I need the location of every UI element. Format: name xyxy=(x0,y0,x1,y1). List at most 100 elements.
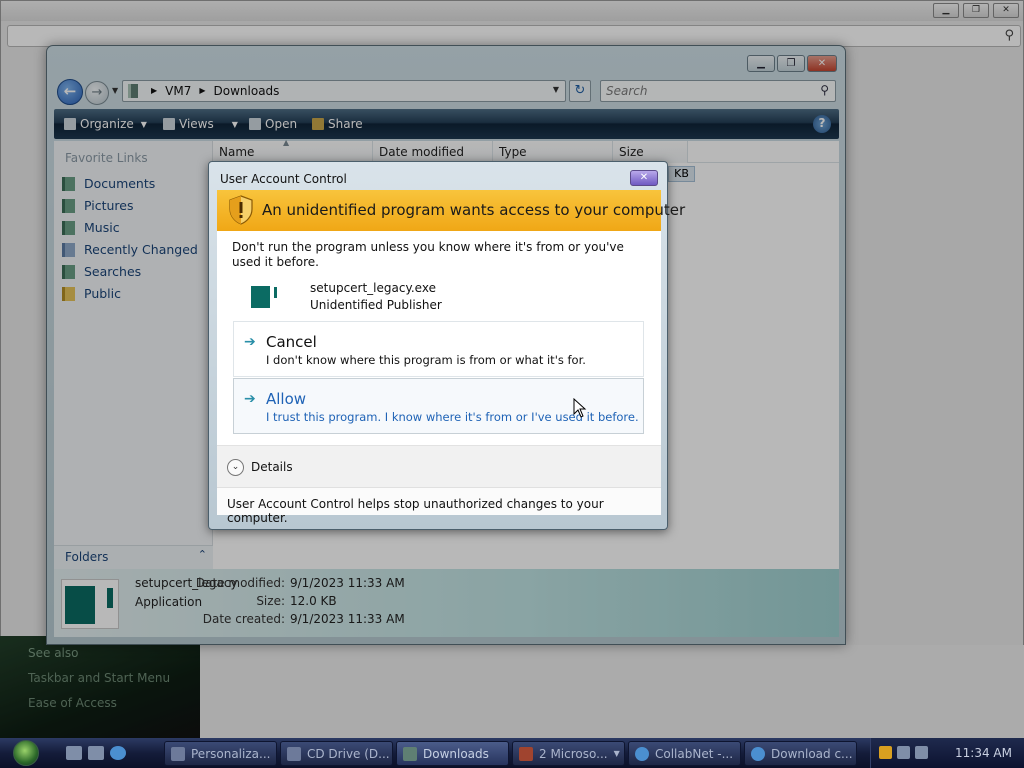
column-date-modified[interactable]: Date modified xyxy=(373,141,493,163)
chevron-down-icon: ▼ xyxy=(140,119,147,129)
music-icon xyxy=(62,220,75,235)
close-button[interactable]: ✕ xyxy=(807,55,837,72)
background-titlebar: ▁ ❐ ✕ xyxy=(1,1,1023,21)
recent-pages-dropdown[interactable]: ▼ xyxy=(112,86,118,95)
close-button[interactable]: ✕ xyxy=(630,170,658,186)
internet-explorer-icon xyxy=(635,746,649,761)
bg-minimize-button[interactable]: ▁ xyxy=(933,3,959,18)
search-icon: ⚲ xyxy=(1004,28,1014,43)
command-bar: Organize ▼ Views ▼ Open Share ? xyxy=(54,109,839,139)
arrow-right-icon: ➔ xyxy=(244,391,256,407)
refresh-button[interactable]: ↻ xyxy=(569,80,591,102)
chevron-down-icon: ⌄ xyxy=(227,459,244,476)
taskbar-personalization[interactable]: Personaliza... xyxy=(164,741,277,766)
background-lower-area xyxy=(200,645,1024,738)
personalization-icon xyxy=(171,746,185,761)
program-publisher: Unidentified Publisher xyxy=(310,298,442,312)
date-modified-label: Date modified: xyxy=(195,576,285,590)
mouse-pointer-icon xyxy=(573,398,587,418)
open-button[interactable]: Open xyxy=(249,117,297,131)
show-desktop-icon[interactable] xyxy=(66,746,82,760)
folder-icon xyxy=(62,286,75,301)
fav-music[interactable]: Music xyxy=(62,220,120,235)
maximize-button[interactable]: ❐ xyxy=(777,55,805,72)
address-dropdown-icon[interactable]: ▼ xyxy=(553,85,559,94)
chevron-up-icon: ⌃ xyxy=(197,548,207,561)
sort-ascending-icon: ▲ xyxy=(283,138,290,147)
internet-explorer-icon[interactable] xyxy=(110,746,126,760)
arrow-right-icon: ➔ xyxy=(244,334,256,350)
clock[interactable]: 11:34 AM xyxy=(955,746,1012,760)
uac-warning-text: Don't run the program unless you know wh… xyxy=(232,240,624,269)
cancel-button[interactable]: ➔ Cancel I don't know where this program… xyxy=(233,321,644,377)
switch-windows-icon[interactable] xyxy=(88,746,104,760)
column-size-label: Size xyxy=(619,145,644,159)
search-icon[interactable]: ⚲ xyxy=(820,83,829,97)
fav-label: Documents xyxy=(84,176,156,191)
uac-warning-banner: An unidentified program wants access to … xyxy=(217,190,685,231)
security-shield-icon[interactable] xyxy=(879,746,892,759)
fav-label: Public xyxy=(84,286,121,301)
share-button[interactable]: Share xyxy=(312,117,363,131)
taskbar-microsoft-group[interactable]: 2 Microso... ▼ xyxy=(512,741,625,766)
see-also-heading: See also xyxy=(28,646,79,660)
cancel-title: Cancel xyxy=(266,333,317,351)
program-icon xyxy=(249,282,283,310)
fav-searches[interactable]: Searches xyxy=(62,264,141,279)
taskbar-downloads[interactable]: Downloads xyxy=(396,741,509,766)
application-icon xyxy=(61,579,119,629)
chevron-down-icon: ▼ xyxy=(231,119,238,129)
bg-close-button[interactable]: ✕ xyxy=(993,3,1019,18)
address-bar[interactable]: ▶ VM7 ▶ Downloads ▼ xyxy=(122,80,566,102)
background-search-box[interactable]: ⚲ xyxy=(7,25,1021,47)
link-ease-of-access[interactable]: Ease of Access xyxy=(28,696,117,710)
breadcrumb-vm7[interactable]: VM7 xyxy=(165,84,191,98)
navigation-pane: Favorite Links Documents Pictures Music … xyxy=(54,141,213,569)
documents-icon xyxy=(62,176,75,191)
column-size[interactable]: Size xyxy=(613,141,688,163)
column-type[interactable]: Type xyxy=(493,141,613,163)
folders-label: Folders xyxy=(65,550,109,564)
minimize-button[interactable]: ▁ xyxy=(747,55,775,72)
fav-documents[interactable]: Documents xyxy=(62,176,155,191)
back-button[interactable]: ← xyxy=(57,79,83,105)
chevron-right-icon[interactable]: ▶ xyxy=(199,84,205,98)
favorite-links-heading: Favorite Links xyxy=(65,151,148,165)
fav-recently-changed[interactable]: Recently Changed xyxy=(62,242,198,257)
column-name[interactable]: Name ▲ xyxy=(213,138,373,163)
start-button[interactable] xyxy=(7,738,45,768)
network-icon[interactable] xyxy=(915,746,928,759)
taskbar-cd-drive[interactable]: CD Drive (D... xyxy=(280,741,393,766)
help-icon[interactable]: ? xyxy=(813,115,831,133)
chevron-right-icon[interactable]: ▶ xyxy=(151,84,157,98)
forward-button[interactable]: → xyxy=(85,81,109,105)
column-date-label: Date modified xyxy=(379,145,465,159)
link-taskbar-start-menu[interactable]: Taskbar and Start Menu xyxy=(28,671,170,685)
size-label: Size: xyxy=(256,594,285,608)
bg-maximize-button[interactable]: ❐ xyxy=(963,3,989,18)
file-size-cell[interactable]: KB xyxy=(668,166,695,182)
views-button[interactable]: Views ▼ xyxy=(163,117,238,131)
taskbar-label: 2 Microso... xyxy=(539,746,608,761)
background-see-also-pane: See also Taskbar and Start Menu Ease of … xyxy=(0,636,200,738)
taskbar-label: CD Drive (D... xyxy=(307,746,390,761)
breadcrumb-downloads[interactable]: Downloads xyxy=(214,84,280,98)
date-created-value: 9/1/2023 11:33 AM xyxy=(290,612,405,626)
folder-icon xyxy=(128,84,138,98)
internet-explorer-icon xyxy=(751,746,765,761)
search-input[interactable]: Search ⚲ xyxy=(600,80,836,102)
fav-pictures[interactable]: Pictures xyxy=(62,198,134,213)
volume-icon[interactable] xyxy=(897,746,910,759)
taskbar-label: CollabNet -... xyxy=(655,746,734,761)
folders-toggle[interactable]: Folders ⌃ xyxy=(54,545,213,569)
cancel-description: I don't know where this program is from … xyxy=(266,353,586,367)
details-toggle[interactable]: ⌄ Details xyxy=(217,445,661,487)
taskbar-download[interactable]: Download c... xyxy=(744,741,857,766)
organize-button[interactable]: Organize ▼ xyxy=(64,117,147,131)
fav-public[interactable]: Public xyxy=(62,286,121,301)
taskbar-collabnet[interactable]: CollabNet -... xyxy=(628,741,741,766)
fav-label: Recently Changed xyxy=(84,242,198,257)
shield-icon xyxy=(229,195,253,225)
fav-label: Music xyxy=(84,220,120,235)
column-name-label: Name xyxy=(219,145,255,159)
